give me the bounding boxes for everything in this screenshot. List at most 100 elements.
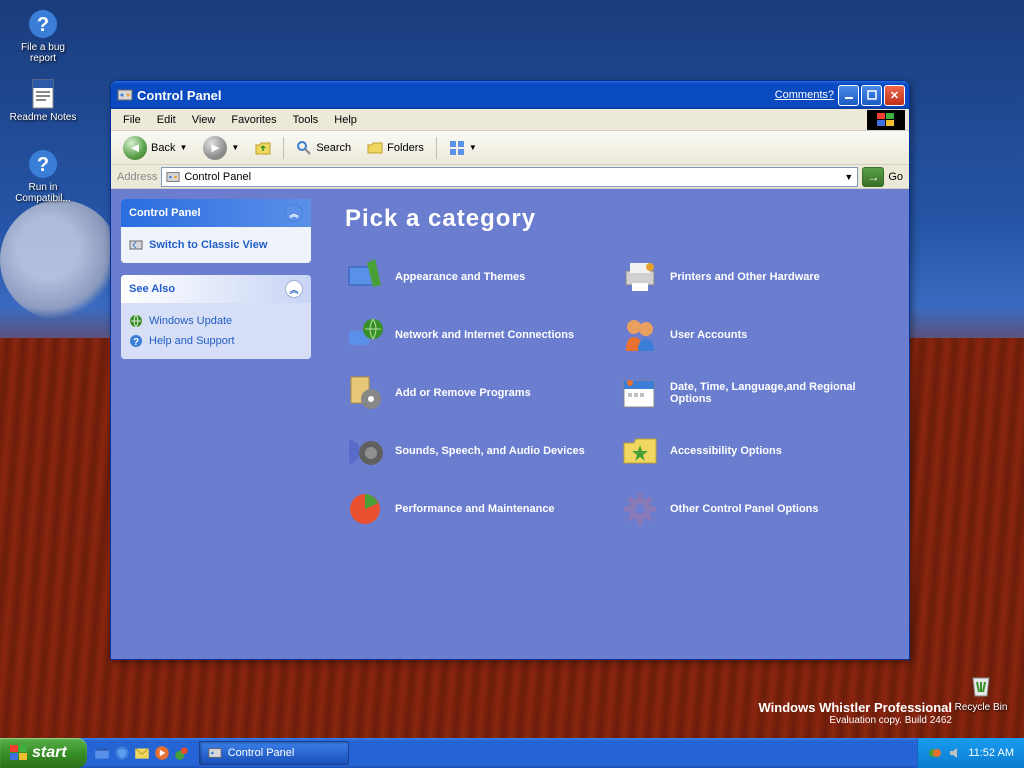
desktop-icon-bug-report[interactable]: ? File a bug report — [8, 8, 78, 64]
menubar: File Edit View Favorites Tools Help — [111, 109, 909, 131]
sidebar: Control Panel ︽ Switch to Classic View S… — [111, 189, 321, 659]
collapse-button[interactable]: ︽ — [285, 204, 303, 222]
category-datetime[interactable]: Date, Time, Language,and Regional Option… — [620, 373, 885, 413]
switch-classic-view-link[interactable]: Switch to Classic View — [129, 235, 303, 255]
volume-icon — [948, 746, 962, 760]
folder-star-icon — [620, 431, 660, 471]
back-button[interactable]: ◄ Back ▼ — [117, 136, 193, 160]
folder-up-icon — [255, 140, 271, 156]
system-tray[interactable]: 11:52 AM — [917, 738, 1024, 768]
collapse-button[interactable]: ︽ — [285, 280, 303, 298]
chevron-down-icon: ▼ — [469, 143, 477, 152]
printer-icon — [620, 257, 660, 297]
clock: 11:52 AM — [968, 747, 1014, 759]
panel-header: See Also ︽ — [121, 275, 311, 303]
windows-flag-icon — [10, 745, 28, 761]
comments-link[interactable]: Comments? — [775, 89, 834, 101]
views-button[interactable]: ▼ — [443, 136, 483, 160]
help-icon: ? — [27, 8, 59, 40]
watermark: Windows Whistler Professional Evaluation… — [759, 700, 952, 726]
appearance-icon — [345, 257, 385, 297]
sidebar-panel-control: Control Panel ︽ Switch to Classic View — [121, 199, 311, 263]
desktop-icon-recycle[interactable]: Recycle Bin — [946, 668, 1016, 713]
views-icon — [449, 140, 465, 156]
menu-favorites[interactable]: Favorites — [223, 112, 284, 128]
start-button[interactable]: start — [0, 738, 87, 768]
network-icon — [345, 315, 385, 355]
svg-text:?: ? — [37, 14, 49, 36]
category-add-remove[interactable]: Add or Remove Programs — [345, 373, 610, 413]
address-bar: Address Control Panel ▼ → Go — [111, 165, 909, 189]
category-other[interactable]: Other Control Panel Options — [620, 489, 885, 529]
search-button[interactable]: Search — [290, 136, 357, 160]
category-accessibility[interactable]: Accessibility Options — [620, 431, 885, 471]
add-remove-icon — [345, 373, 385, 413]
minimize-button[interactable] — [838, 85, 859, 106]
help-support-link[interactable]: ? Help and Support — [129, 331, 303, 351]
category-appearance[interactable]: Appearance and Themes — [345, 257, 610, 297]
control-panel-icon — [117, 87, 133, 103]
close-button[interactable]: ✕ — [884, 85, 905, 106]
recycle-bin-icon — [965, 668, 997, 700]
help-icon: ? — [27, 148, 59, 180]
menu-file[interactable]: File — [115, 112, 149, 128]
search-icon — [296, 140, 312, 156]
svg-text:?: ? — [37, 154, 49, 176]
back-arrow-icon: ◄ — [123, 136, 147, 160]
quick-launch — [87, 738, 197, 768]
menu-tools[interactable]: Tools — [285, 112, 327, 128]
category-grid: Appearance and Themes Printers and Other… — [345, 257, 885, 529]
address-label: Address — [117, 171, 157, 183]
control-panel-icon — [166, 170, 180, 184]
forward-arrow-icon: ► — [203, 136, 227, 160]
menu-help[interactable]: Help — [326, 112, 365, 128]
category-performance[interactable]: Performance and Maintenance — [345, 489, 610, 529]
page-heading: Pick a category — [345, 205, 885, 233]
users-icon — [620, 315, 660, 355]
ql-media[interactable] — [153, 744, 171, 762]
tray-icon — [928, 746, 942, 760]
maximize-button[interactable] — [861, 85, 882, 106]
menu-view[interactable]: View — [184, 112, 224, 128]
pie-chart-icon — [345, 489, 385, 529]
sidebar-panel-seealso: See Also ︽ Windows Update ? Help and Sup… — [121, 275, 311, 359]
forward-button[interactable]: ► ▼ — [197, 136, 245, 160]
switch-view-icon — [129, 238, 143, 252]
sound-icon — [345, 431, 385, 471]
main-area: Pick a category Appearance and Themes Pr… — [321, 189, 909, 659]
taskbar: start Control Panel 11:52 AM — [0, 738, 1024, 768]
category-printers[interactable]: Printers and Other Hardware — [620, 257, 885, 297]
windows-flag-icon — [867, 110, 905, 130]
up-button[interactable] — [249, 136, 277, 160]
category-sounds[interactable]: Sounds, Speech, and Audio Devices — [345, 431, 610, 471]
ql-outlook[interactable] — [133, 744, 151, 762]
globe-icon — [129, 314, 143, 328]
address-input[interactable]: Control Panel ▼ — [161, 167, 858, 187]
windows-update-link[interactable]: Windows Update — [129, 311, 303, 331]
chevron-down-icon: ▼ — [231, 143, 239, 152]
document-icon — [27, 78, 59, 110]
ql-msn[interactable] — [173, 744, 191, 762]
titlebar[interactable]: Control Panel Comments? ✕ — [111, 81, 909, 109]
content-area: Control Panel ︽ Switch to Classic View S… — [111, 189, 909, 659]
toolbar: ◄ Back ▼ ► ▼ Search Folders — [111, 131, 909, 165]
panel-header: Control Panel ︽ — [121, 199, 311, 227]
category-users[interactable]: User Accounts — [620, 315, 885, 355]
desktop: ? File a bug report Readme Notes ? Run i… — [0, 0, 1024, 768]
calendar-icon — [620, 373, 660, 413]
chevron-down-icon[interactable]: ▼ — [844, 172, 853, 182]
desktop-icon-readme[interactable]: Readme Notes — [8, 78, 78, 123]
desktop-icon-compat[interactable]: ? Run in Compatibil... — [8, 148, 78, 204]
chevron-down-icon: ▼ — [179, 143, 187, 152]
help-icon: ? — [129, 334, 143, 348]
ql-show-desktop[interactable] — [93, 744, 111, 762]
control-panel-window: Control Panel Comments? ✕ File Edit View… — [110, 80, 910, 660]
go-button[interactable]: → — [862, 167, 884, 187]
folders-icon — [367, 140, 383, 156]
menu-edit[interactable]: Edit — [149, 112, 184, 128]
category-network[interactable]: Network and Internet Connections — [345, 315, 610, 355]
svg-text:?: ? — [133, 337, 139, 348]
ql-ie[interactable] — [113, 744, 131, 762]
folders-button[interactable]: Folders — [361, 136, 430, 160]
taskbar-item-control-panel[interactable]: Control Panel — [199, 741, 349, 765]
